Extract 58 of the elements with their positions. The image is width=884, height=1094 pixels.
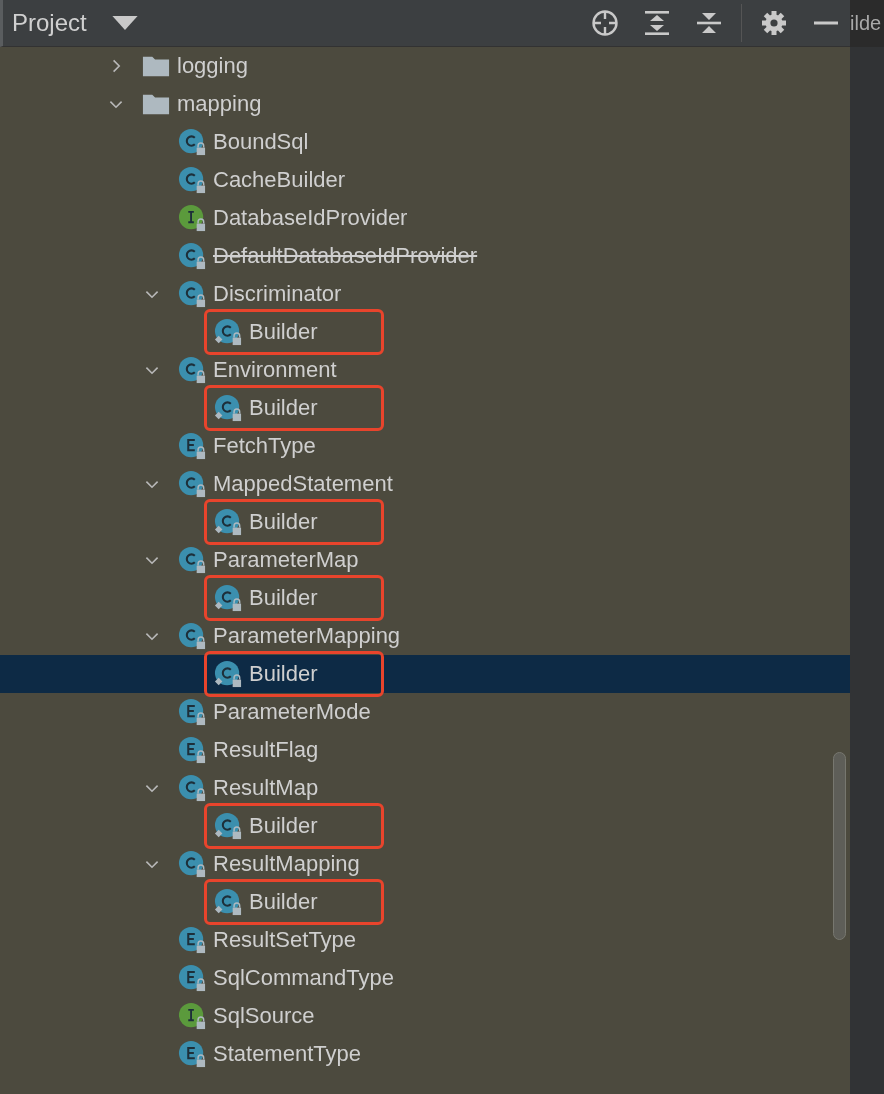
interface-icon <box>178 1002 206 1030</box>
tree-item[interactable]: MappedStatement <box>0 465 850 503</box>
tree-item[interactable]: DatabaseIdProvider <box>0 199 850 237</box>
editor-tab[interactable]: ilde <box>850 0 884 47</box>
scrollbar-thumb[interactable] <box>833 752 846 940</box>
tree-item[interactable]: Builder <box>0 313 850 351</box>
tree-item[interactable]: ResultMap <box>0 769 850 807</box>
tree-item[interactable]: ResultSetType <box>0 921 850 959</box>
class-icon <box>178 546 206 574</box>
tree-item[interactable]: ResultFlag <box>0 731 850 769</box>
tree-item[interactable]: Discriminator <box>0 275 850 313</box>
tree-item[interactable]: SqlCommandType <box>0 959 850 997</box>
tree-item[interactable]: ResultMapping <box>0 845 850 883</box>
toolwindow-title[interactable]: Project <box>12 9 87 37</box>
class-icon <box>178 166 206 194</box>
expand-all-icon[interactable] <box>643 9 671 37</box>
tree-item[interactable]: Builder <box>0 655 850 693</box>
class-icon <box>178 850 206 878</box>
tree-item[interactable]: mapping <box>0 85 850 123</box>
class-icon <box>214 584 242 612</box>
class-icon <box>178 128 206 156</box>
class-icon <box>178 242 206 270</box>
class-icon <box>178 280 206 308</box>
class-icon <box>214 394 242 422</box>
tree-item[interactable]: FetchType <box>0 427 850 465</box>
tree-item[interactable]: Environment <box>0 351 850 389</box>
settings-icon[interactable] <box>760 9 788 37</box>
tree-item[interactable]: Builder <box>0 807 850 845</box>
class-icon <box>214 508 242 536</box>
tree-item[interactable]: ParameterMode <box>0 693 850 731</box>
tree-item[interactable]: BoundSql <box>0 123 850 161</box>
class-icon <box>178 622 206 650</box>
enum-icon <box>178 736 206 764</box>
tree-item[interactable]: Builder <box>0 503 850 541</box>
enum-icon <box>178 432 206 460</box>
class-icon <box>178 470 206 498</box>
tree-item[interactable]: StatementType <box>0 1035 850 1073</box>
locate-icon[interactable] <box>591 9 619 37</box>
class-icon <box>214 812 242 840</box>
tree-item[interactable]: Builder <box>0 389 850 427</box>
tree-item[interactable]: SqlSource <box>0 997 850 1035</box>
tree-item[interactable]: ParameterMap <box>0 541 850 579</box>
enum-icon <box>178 926 206 954</box>
tree-item[interactable]: ParameterMapping <box>0 617 850 655</box>
class-icon <box>178 774 206 802</box>
enum-icon <box>178 698 206 726</box>
class-icon <box>214 888 242 916</box>
class-icon <box>214 318 242 346</box>
class-icon <box>214 660 242 688</box>
tree-item[interactable]: Builder <box>0 579 850 617</box>
tree-item[interactable]: logging <box>0 47 850 85</box>
class-icon <box>178 356 206 384</box>
interface-icon <box>178 204 206 232</box>
enum-icon <box>178 1040 206 1068</box>
tree-item[interactable]: CacheBuilder <box>0 161 850 199</box>
enum-icon <box>178 964 206 992</box>
tree-item[interactable]: Builder <box>0 883 850 921</box>
tree-item[interactable]: DefaultDatabaseIdProvider <box>0 237 850 275</box>
